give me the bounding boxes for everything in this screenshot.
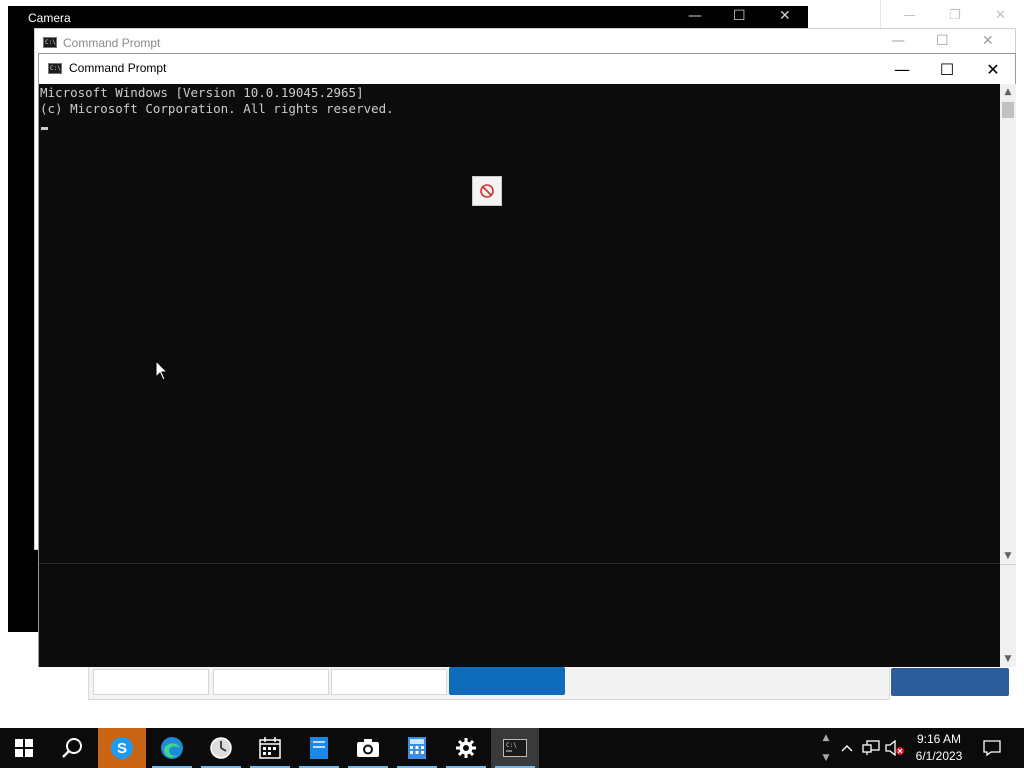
search-icon [62, 738, 82, 758]
notepad-icon [310, 737, 328, 759]
calendar-icon [259, 737, 281, 759]
taskbar-notepad[interactable] [295, 728, 343, 768]
windows-logo-icon [15, 739, 33, 757]
camera-close-button[interactable]: ✕ [779, 8, 791, 24]
no-entry-icon [472, 176, 502, 206]
taskbar-edge[interactable] [148, 728, 196, 768]
taskbar: S C:\ ▲ ▼ 9:16 AM 6/1/2023 [0, 728, 1024, 768]
scroll-up-arrow-icon[interactable]: ▲ [1000, 84, 1016, 100]
taskbar-skype[interactable]: S [98, 728, 146, 768]
speaker-muted-icon [885, 740, 904, 756]
console-line: Microsoft Windows [Version 10.0.19045.29… [40, 85, 364, 100]
cmd-minimize-button[interactable]: — [879, 57, 925, 83]
cmd-icon: C:\ [48, 63, 62, 74]
scroll-thumb[interactable] [1002, 102, 1014, 118]
clock-date: 6/1/2023 [915, 749, 963, 763]
background-field[interactable] [93, 669, 209, 695]
taskbar-alarms-clock[interactable] [197, 728, 245, 768]
search-button[interactable] [48, 728, 96, 768]
vertical-scrollbar[interactable]: ▲ ▼ ▼ [1000, 84, 1016, 667]
cmd-titlebar[interactable]: C:\ Command Prompt — ☐ ✕ [39, 54, 1015, 84]
background-button[interactable] [449, 667, 565, 695]
taskbar-clock[interactable]: 9:16 AM 6/1/2023 [906, 731, 972, 765]
taskbar-calendar[interactable] [246, 728, 294, 768]
cmd-close-button[interactable]: ✕ [970, 57, 1016, 83]
terminal-icon: C:\ [503, 739, 527, 757]
scroll-down-arrow-icon[interactable]: ▼ [1000, 651, 1016, 667]
cmd-back-maximize-button[interactable]: ☐ [936, 33, 949, 49]
bg-minimize-icon[interactable]: — [903, 8, 916, 23]
taskbar-command-prompt[interactable]: C:\ [491, 728, 539, 768]
gear-icon [456, 738, 476, 758]
camera-minimize-button[interactable]: — [688, 8, 702, 24]
console-line: (c) Microsoft Corporation. All rights re… [40, 101, 394, 116]
camera-icon [357, 739, 379, 757]
calculator-icon [408, 737, 426, 759]
cmd-front-title: Command Prompt [69, 61, 167, 75]
background-field[interactable] [331, 669, 447, 695]
scrollbar-split [1000, 564, 1016, 565]
svg-text:S: S [117, 740, 127, 757]
background-field[interactable] [213, 669, 329, 695]
taskbar-settings[interactable] [442, 728, 490, 768]
start-button[interactable] [0, 728, 48, 768]
background-form-strip [88, 664, 890, 700]
network-icon [862, 740, 880, 755]
svg-text:C:\: C:\ [506, 742, 517, 749]
text-caret [41, 127, 48, 130]
cmd-front-window: C:\ Command Prompt — ☐ ✕ Microsoft Windo… [38, 53, 1016, 667]
volume-button[interactable] [884, 728, 906, 768]
cmd-back-close-button[interactable]: ✕ [982, 33, 994, 49]
taskbar-camera[interactable] [344, 728, 392, 768]
bg-blue-button[interactable] [891, 668, 1009, 696]
action-center-button[interactable] [978, 728, 1006, 768]
cmd-back-minimize-button[interactable]: — [891, 33, 905, 49]
cmd-icon: C:\ [43, 37, 57, 48]
taskbar-scroll-arrows[interactable]: ▲ ▼ [818, 728, 834, 768]
chevron-up-icon [841, 745, 853, 752]
mouse-pointer-icon [155, 359, 169, 387]
bg-restore-icon[interactable]: ❐ [949, 8, 961, 23]
skype-icon: S [111, 737, 133, 759]
taskbar-calculator[interactable] [393, 728, 441, 768]
clock-icon [210, 737, 232, 759]
cmd-maximize-button[interactable]: ☐ [924, 57, 970, 83]
edge-icon [161, 737, 183, 759]
camera-window-title: Camera [28, 11, 71, 25]
notification-icon [983, 740, 1001, 756]
network-status-button[interactable] [860, 728, 882, 768]
bg-close-icon[interactable]: ✕ [995, 8, 1006, 23]
scroll-down-arrow-icon[interactable]: ▼ [1000, 548, 1016, 564]
cmd-back-title: Command Prompt [63, 36, 161, 50]
camera-maximize-button[interactable]: ☐ [733, 8, 746, 24]
clock-time: 9:16 AM [916, 732, 962, 746]
console-area[interactable]: Microsoft Windows [Version 10.0.19045.29… [39, 84, 1000, 667]
show-hidden-icons-button[interactable] [838, 728, 856, 768]
split-divider [39, 563, 1000, 564]
